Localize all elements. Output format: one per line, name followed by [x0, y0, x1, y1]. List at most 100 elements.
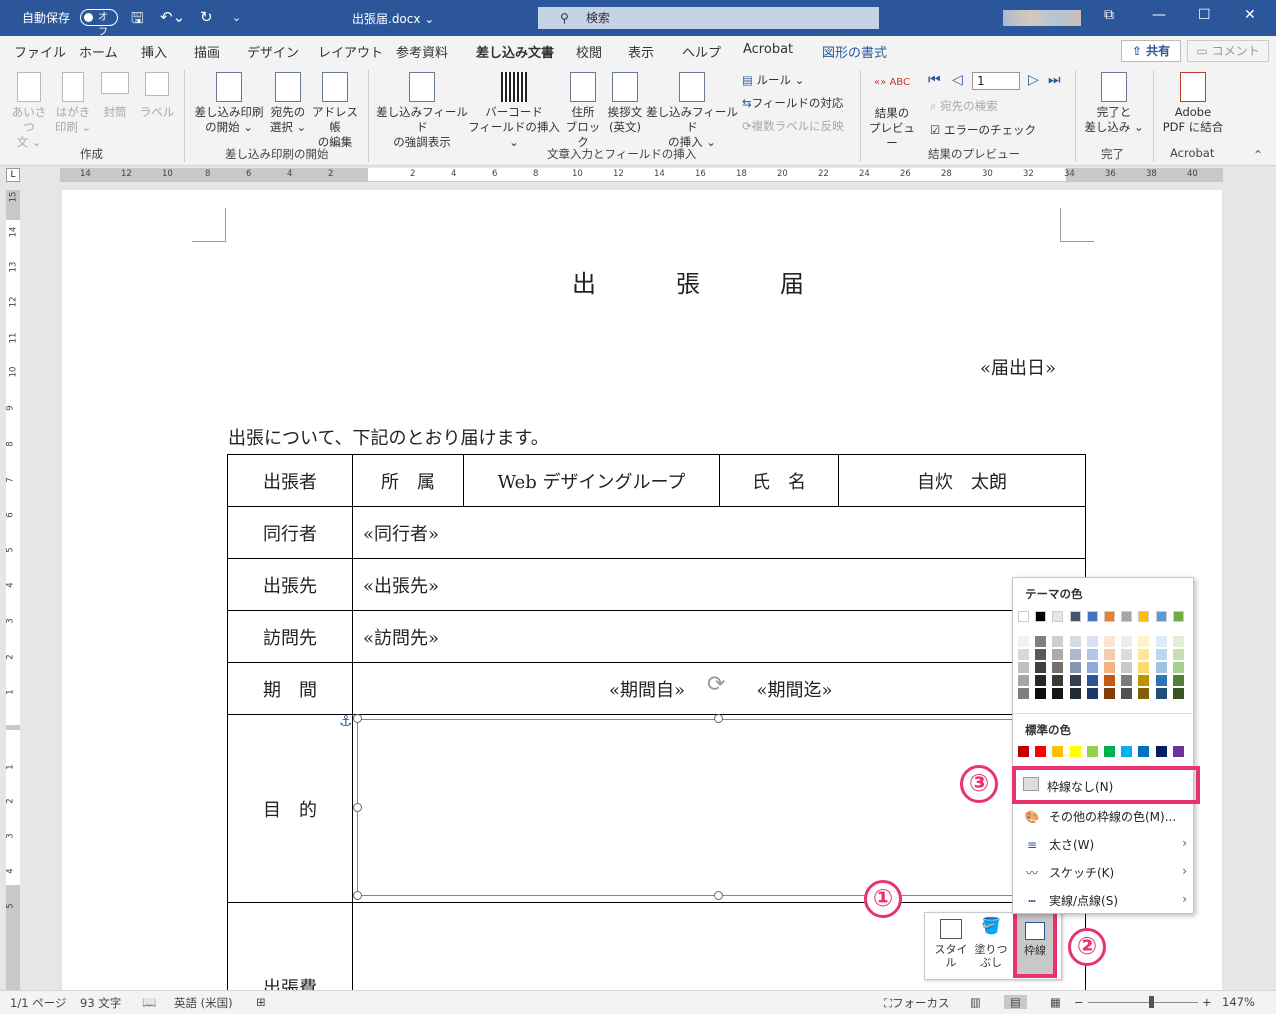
theme-shade-swatch[interactable] — [1086, 636, 1098, 647]
weight-item[interactable]: ≡ 太さ(W) › — [1023, 836, 1193, 853]
tab-references[interactable]: 参考資料 — [396, 42, 448, 61]
theme-shade-swatch[interactable] — [1155, 662, 1167, 673]
undo-icon[interactable]: ↶⌄ — [160, 8, 185, 26]
label-button[interactable]: ラベル — [138, 72, 176, 120]
theme-shade-swatch[interactable] — [1104, 688, 1115, 699]
tab-home[interactable]: ホーム — [79, 42, 118, 61]
tab-file[interactable]: ファイル — [14, 42, 66, 61]
theme-shade-swatch[interactable] — [1121, 662, 1133, 673]
theme-shade-swatch[interactable] — [1104, 649, 1115, 660]
standard-color-swatch[interactable] — [1121, 746, 1133, 757]
zoom-in-button[interactable]: + — [1202, 995, 1212, 1009]
theme-shade-swatch[interactable] — [1172, 636, 1184, 647]
theme-shade-swatch[interactable] — [1069, 649, 1081, 660]
print-layout-icon[interactable]: ▤ — [1004, 995, 1027, 1009]
user-avatar[interactable] — [1003, 10, 1081, 26]
prev-record-icon[interactable]: ◁ — [952, 72, 963, 88]
dashes-item[interactable]: ┅ 実線/点線(S) › — [1023, 892, 1193, 909]
theme-shade-swatch[interactable] — [1052, 636, 1064, 647]
zoom-level[interactable]: 147% — [1222, 995, 1255, 1009]
comment-button[interactable]: ▭ コメント — [1187, 40, 1269, 62]
theme-color-swatch[interactable] — [1052, 611, 1064, 622]
theme-shade-swatch[interactable] — [1035, 688, 1047, 699]
theme-shade-swatch[interactable] — [1086, 675, 1098, 686]
theme-shade-swatch[interactable] — [1035, 636, 1047, 647]
autosave-toggle[interactable]: オフ — [80, 9, 118, 38]
resize-handle[interactable] — [714, 714, 723, 723]
match-fields-button[interactable]: ⇆フィールドの対応 — [742, 95, 843, 111]
theme-shade-swatch[interactable] — [1138, 675, 1150, 686]
theme-color-swatch[interactable] — [1104, 611, 1115, 622]
resize-handle[interactable] — [353, 891, 362, 900]
standard-color-swatch[interactable] — [1069, 746, 1081, 757]
theme-shade-swatch[interactable] — [1104, 636, 1115, 647]
update-labels-button[interactable]: ⟳複数ラベルに反映 — [742, 118, 844, 134]
greeting-line-button[interactable]: 挨拶文 (英文) — [604, 72, 646, 135]
theme-shade-swatch[interactable] — [1086, 649, 1098, 660]
resize-handle[interactable] — [353, 803, 362, 812]
more-outline-colors-item[interactable]: 🎨 その他の枠線の色(M)... — [1023, 808, 1193, 825]
theme-color-swatch[interactable] — [1138, 611, 1150, 622]
theme-shade-swatch[interactable] — [1104, 675, 1115, 686]
edit-list-button[interactable]: アドレス帳 の編集 — [308, 72, 362, 150]
check-errors-button[interactable]: ☑ エラーのチェック — [930, 122, 1036, 138]
theme-shade-swatch[interactable] — [1172, 675, 1184, 686]
theme-shade-swatch[interactable] — [1121, 675, 1133, 686]
selected-textbox[interactable] — [357, 719, 1079, 896]
page-count[interactable]: 1/1 ページ — [10, 995, 66, 1011]
theme-shade-swatch[interactable] — [1069, 662, 1081, 673]
theme-shade-swatch[interactable] — [1018, 649, 1029, 660]
rotate-handle-icon[interactable]: ⟳ — [707, 672, 725, 697]
start-merge-button[interactable]: 差し込み印刷 の開始 ⌄ — [192, 72, 266, 135]
standard-color-swatch[interactable] — [1155, 746, 1167, 757]
select-recipients-button[interactable]: 宛先の 選択 ⌄ — [266, 72, 310, 135]
zoom-out-button[interactable]: − — [1074, 995, 1084, 1009]
theme-shade-swatch[interactable] — [1052, 675, 1064, 686]
theme-shade-swatch[interactable] — [1018, 688, 1029, 699]
theme-shade-swatch[interactable] — [1138, 662, 1150, 673]
theme-shade-swatch[interactable] — [1155, 636, 1167, 647]
theme-shade-swatch[interactable] — [1104, 662, 1115, 673]
tab-draw[interactable]: 描画 — [194, 42, 220, 61]
standard-color-swatch[interactable] — [1138, 746, 1150, 757]
standard-color-swatch[interactable] — [1172, 746, 1184, 757]
standard-color-swatch[interactable] — [1052, 746, 1064, 757]
tab-shape-format[interactable]: 図形の書式 — [822, 42, 887, 61]
preview-results-button[interactable]: «» ABC 結果の プレビュー — [864, 72, 920, 151]
theme-shade-swatch[interactable] — [1069, 688, 1081, 699]
theme-shade-swatch[interactable] — [1035, 662, 1047, 673]
tab-design[interactable]: デザイン — [247, 42, 299, 61]
theme-shade-swatch[interactable] — [1035, 649, 1047, 660]
collapse-ribbon-icon[interactable]: ⌃ — [1253, 148, 1263, 162]
web-layout-icon[interactable]: ▦ — [1050, 995, 1061, 1009]
redo-icon[interactable]: ↻ — [200, 8, 213, 26]
first-record-icon[interactable]: ⏮ — [928, 72, 941, 88]
search-box[interactable]: ⚲ 検索 — [538, 7, 879, 29]
theme-color-swatch[interactable] — [1121, 611, 1133, 622]
accessibility-icon[interactable]: ⊞ — [256, 995, 266, 1009]
theme-shade-swatch[interactable] — [1018, 675, 1029, 686]
zoom-slider-thumb[interactable] — [1149, 996, 1154, 1008]
finish-merge-button[interactable]: 完了と 差し込み ⌄ — [1080, 72, 1148, 135]
sketch-item[interactable]: 〰スケッチ(K) › — [1023, 864, 1193, 881]
theme-shade-swatch[interactable] — [1138, 688, 1150, 699]
theme-color-swatch[interactable] — [1172, 611, 1184, 622]
next-record-icon[interactable]: ▷ — [1028, 72, 1039, 88]
theme-shade-swatch[interactable] — [1052, 688, 1064, 699]
theme-shade-swatch[interactable] — [1155, 675, 1167, 686]
theme-color-swatch[interactable] — [1155, 611, 1167, 622]
theme-color-swatch[interactable] — [1086, 611, 1098, 622]
theme-shade-swatch[interactable] — [1086, 662, 1098, 673]
ribbon-display-icon[interactable]: ⧉ — [1104, 7, 1114, 23]
theme-shade-swatch[interactable] — [1035, 675, 1047, 686]
save-icon[interactable]: 🖫 — [131, 8, 144, 33]
address-block-button[interactable]: 住所 ブロック — [562, 72, 604, 150]
last-record-icon[interactable]: ⏭ — [1048, 72, 1061, 88]
standard-color-swatch[interactable] — [1086, 746, 1098, 757]
theme-shade-swatch[interactable] — [1018, 636, 1029, 647]
standard-color-swatch[interactable] — [1035, 746, 1047, 757]
document-name[interactable]: 出張届.docx ⌄ — [352, 10, 434, 27]
customize-qat-icon[interactable]: ⌄ — [232, 11, 241, 24]
envelope-button[interactable]: 封筒 — [96, 72, 134, 120]
record-number-input[interactable]: 1 — [972, 72, 1020, 90]
